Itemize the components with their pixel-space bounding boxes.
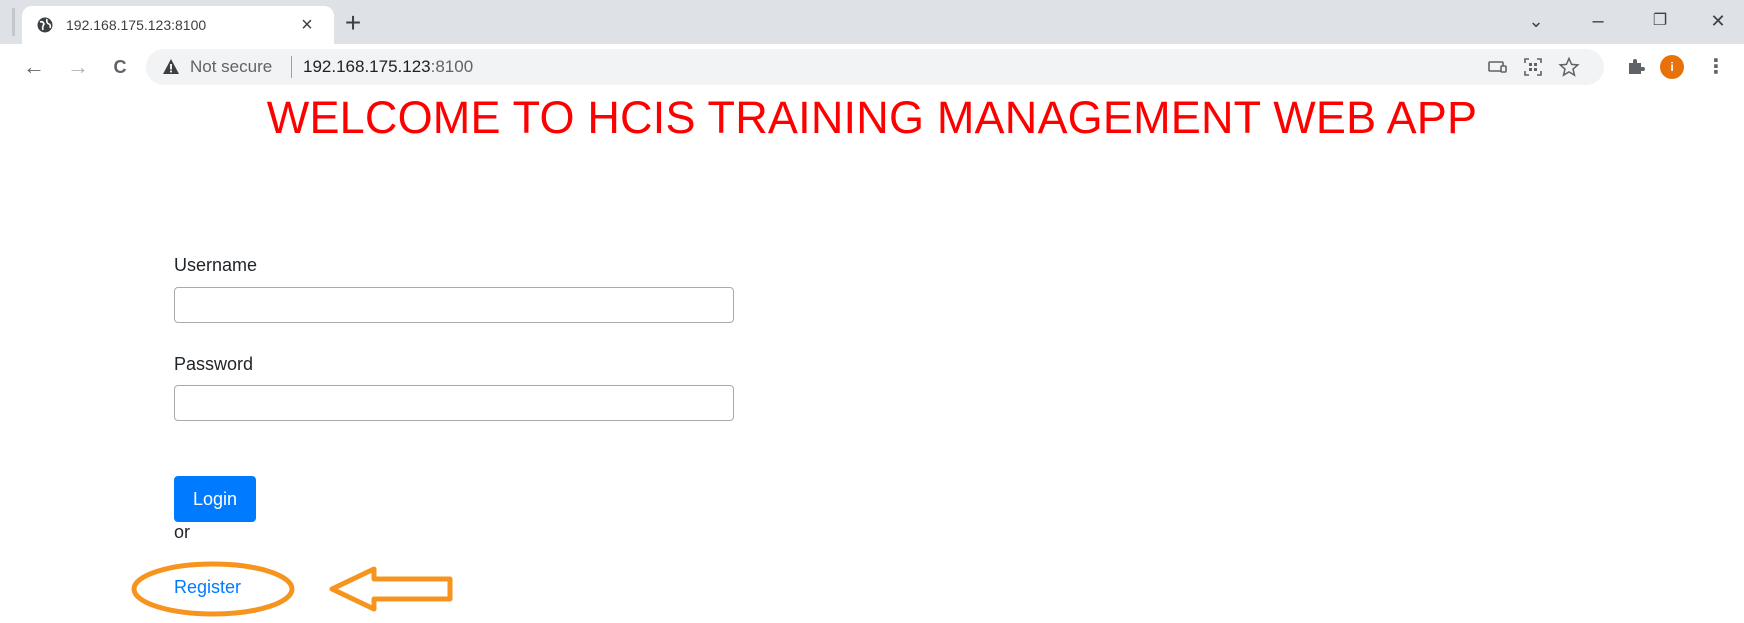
password-label: Password — [174, 354, 254, 374]
or-separator: or — [174, 522, 191, 542]
browser-tab[interactable]: 192.168.175.123:8100 × — [22, 6, 334, 44]
cast-icon[interactable] — [1486, 56, 1508, 78]
tab-title: 192.168.175.123:8100 — [66, 17, 207, 33]
browser-tab-strip: 192.168.175.123:8100 × + ⌄ – ❐ ✕ — [0, 0, 1744, 44]
window-close-button[interactable]: ✕ — [1698, 4, 1738, 38]
url-host: 192.168.175.123 — [303, 57, 431, 76]
forward-button[interactable]: → — [64, 53, 92, 81]
browser-toolbar: ← → C Not secure 192.168.175.123:8100 i … — [0, 44, 1744, 90]
security-label[interactable]: Not secure — [190, 57, 272, 77]
url-port: :8100 — [430, 57, 474, 76]
kebab-menu-icon[interactable]: ⋮ — [1706, 53, 1726, 81]
url-separator — [291, 56, 292, 78]
tab-divider — [12, 8, 15, 36]
minimize-button[interactable]: – — [1578, 4, 1618, 38]
reload-button[interactable]: C — [106, 53, 134, 81]
address-bar[interactable]: Not secure 192.168.175.123:8100 — [146, 49, 1604, 85]
restore-button[interactable]: ❐ — [1640, 4, 1680, 38]
page-title: WELCOME TO HCIS TRAINING MANAGEMENT WEB … — [266, 92, 1478, 143]
username-label: Username — [174, 255, 258, 275]
register-link[interactable]: Register — [174, 577, 241, 598]
star-icon[interactable] — [1558, 56, 1580, 78]
warning-icon[interactable] — [162, 58, 180, 75]
page-content: WELCOME TO HCIS TRAINING MANAGEMENT WEB … — [0, 90, 1744, 623]
arrow-icon — [329, 566, 453, 612]
tab-close-icon[interactable]: × — [294, 12, 320, 38]
username-input[interactable] — [174, 287, 734, 323]
qr-code-icon[interactable] — [1522, 56, 1544, 78]
globe-icon — [37, 17, 53, 33]
back-button[interactable]: ← — [20, 53, 48, 81]
tab-search-chevron-icon[interactable]: ⌄ — [1516, 4, 1556, 38]
new-tab-button[interactable]: + — [338, 8, 368, 38]
url-text[interactable]: 192.168.175.123:8100 — [303, 57, 473, 77]
login-button[interactable]: Login — [174, 476, 256, 522]
puzzle-icon[interactable] — [1622, 53, 1650, 81]
profile-avatar[interactable]: i — [1660, 55, 1684, 79]
password-input[interactable] — [174, 385, 734, 421]
